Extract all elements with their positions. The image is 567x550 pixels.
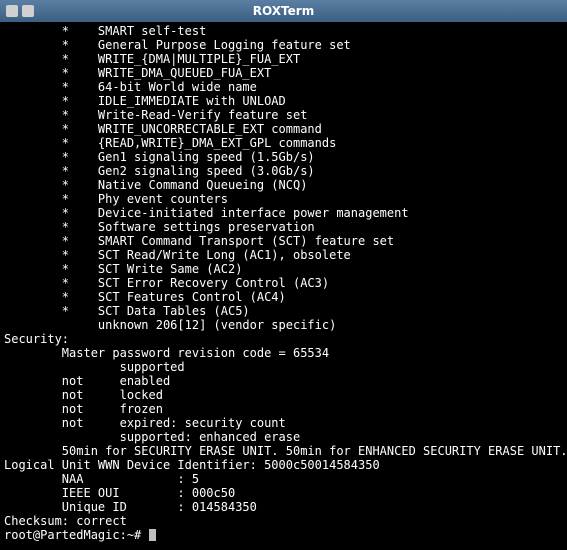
terminal-line: * 64-bit World wide name bbox=[4, 80, 563, 94]
terminal-prompt-line[interactable]: root@PartedMagic:~# bbox=[4, 528, 563, 542]
terminal-line: * Gen1 signaling speed (1.5Gb/s) bbox=[4, 150, 563, 164]
terminal-line: Security: bbox=[4, 332, 563, 346]
terminal-line: * WRITE_DMA_QUEUED_FUA_EXT bbox=[4, 66, 563, 80]
terminal-line: * Software settings preservation bbox=[4, 220, 563, 234]
terminal-line: supported: enhanced erase bbox=[4, 430, 563, 444]
terminal-line: * SCT Data Tables (AC5) bbox=[4, 304, 563, 318]
terminal-line: * SCT Write Same (AC2) bbox=[4, 262, 563, 276]
window-titlebar: ROXTerm bbox=[0, 0, 567, 22]
cursor bbox=[149, 529, 156, 541]
terminal-line: Logical Unit WWN Device Identifier: 5000… bbox=[4, 458, 563, 472]
terminal-line: * SMART Command Transport (SCT) feature … bbox=[4, 234, 563, 248]
terminal-line: * SMART self-test bbox=[4, 24, 563, 38]
terminal-line: Unique ID : 014584350 bbox=[4, 500, 563, 514]
terminal-line: * IDLE_IMMEDIATE with UNLOAD bbox=[4, 94, 563, 108]
window-control-1[interactable] bbox=[6, 5, 18, 17]
terminal-line: * Native Command Queueing (NCQ) bbox=[4, 178, 563, 192]
terminal-line: not locked bbox=[4, 388, 563, 402]
terminal-line: Checksum: correct bbox=[4, 514, 563, 528]
terminal-line: * Write-Read-Verify feature set bbox=[4, 108, 563, 122]
terminal-line: * Device-initiated interface power manag… bbox=[4, 206, 563, 220]
terminal-line: * WRITE_{DMA|MULTIPLE}_FUA_EXT bbox=[4, 52, 563, 66]
terminal-line: Master password revision code = 65534 bbox=[4, 346, 563, 360]
terminal-line: supported bbox=[4, 360, 563, 374]
terminal-line: * SCT Features Control (AC4) bbox=[4, 290, 563, 304]
terminal-line: IEEE OUI : 000c50 bbox=[4, 486, 563, 500]
terminal-line: * Phy event counters bbox=[4, 192, 563, 206]
terminal-output[interactable]: * SMART self-test * General Purpose Logg… bbox=[0, 22, 567, 544]
window-controls[interactable] bbox=[6, 5, 34, 17]
terminal-line: 50min for SECURITY ERASE UNIT. 50min for… bbox=[4, 444, 563, 458]
window-control-2[interactable] bbox=[22, 5, 34, 17]
terminal-line: NAA : 5 bbox=[4, 472, 563, 486]
terminal-line: not enabled bbox=[4, 374, 563, 388]
terminal-line: * SCT Read/Write Long (AC1), obsolete bbox=[4, 248, 563, 262]
terminal-line: * SCT Error Recovery Control (AC3) bbox=[4, 276, 563, 290]
terminal-line: * WRITE_UNCORRECTABLE_EXT command bbox=[4, 122, 563, 136]
terminal-line: not expired: security count bbox=[4, 416, 563, 430]
window-title: ROXTerm bbox=[253, 4, 314, 18]
terminal-line: not frozen bbox=[4, 402, 563, 416]
terminal-line: unknown 206[12] (vendor specific) bbox=[4, 318, 563, 332]
terminal-line: * General Purpose Logging feature set bbox=[4, 38, 563, 52]
terminal-line: * Gen2 signaling speed (3.0Gb/s) bbox=[4, 164, 563, 178]
shell-prompt: root@PartedMagic:~# bbox=[4, 528, 149, 542]
terminal-line: * {READ,WRITE}_DMA_EXT_GPL commands bbox=[4, 136, 563, 150]
